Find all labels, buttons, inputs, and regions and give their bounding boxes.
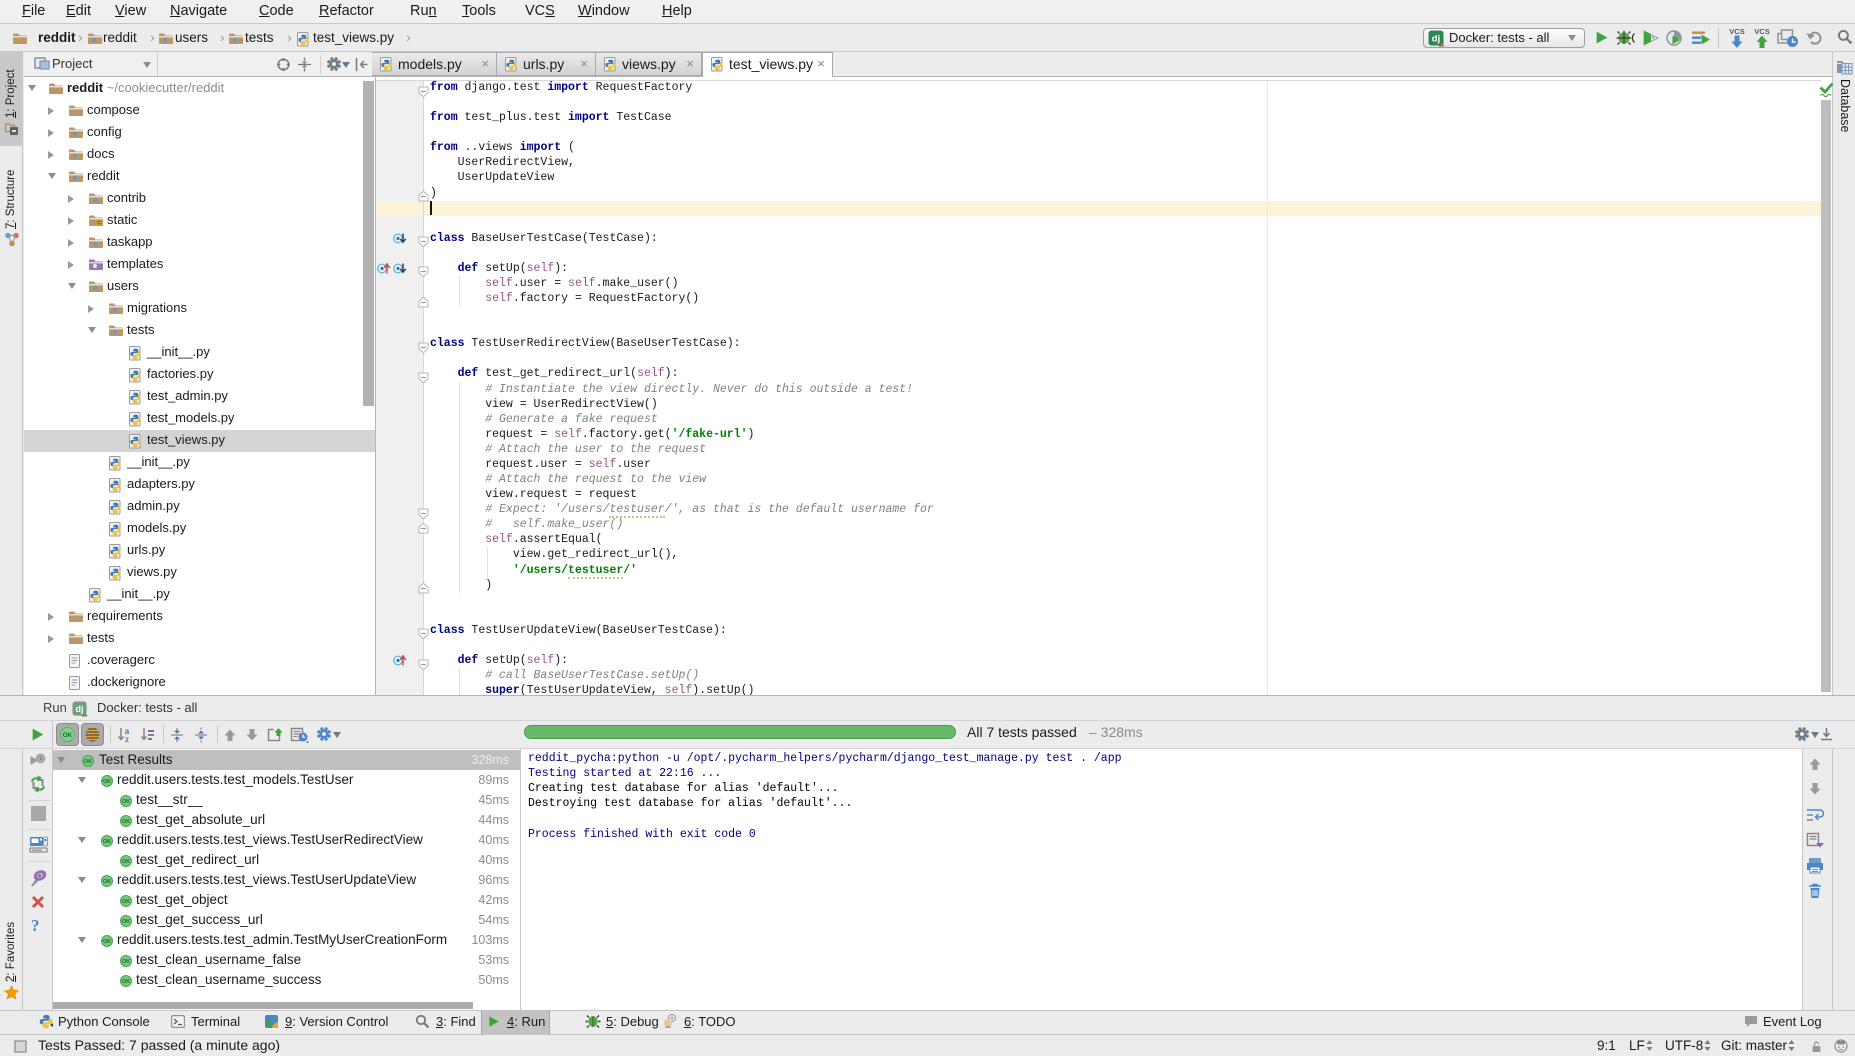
- svg-text:OK: OK: [103, 839, 111, 845]
- svg-text:dj: dj: [1432, 34, 1440, 45]
- svg-text:OK: OK: [122, 859, 130, 865]
- svg-text:OK: OK: [103, 779, 111, 785]
- svg-text:VCS: VCS: [1729, 27, 1744, 36]
- svg-text:OK: OK: [63, 732, 73, 739]
- svg-text:OK: OK: [84, 759, 92, 765]
- svg-text:OK: OK: [103, 939, 111, 945]
- svg-text:OK: OK: [122, 899, 130, 905]
- svg-text:OK: OK: [122, 919, 130, 925]
- svg-text:OK: OK: [122, 819, 130, 825]
- svg-text:dj: dj: [76, 704, 84, 714]
- svg-text:z: z: [125, 735, 129, 743]
- svg-text:VCS: VCS: [1754, 27, 1769, 36]
- svg-text:OK: OK: [122, 979, 130, 985]
- svg-text:OK: OK: [122, 959, 130, 965]
- svg-text:OK: OK: [103, 879, 111, 885]
- svg-text:OK: OK: [122, 799, 130, 805]
